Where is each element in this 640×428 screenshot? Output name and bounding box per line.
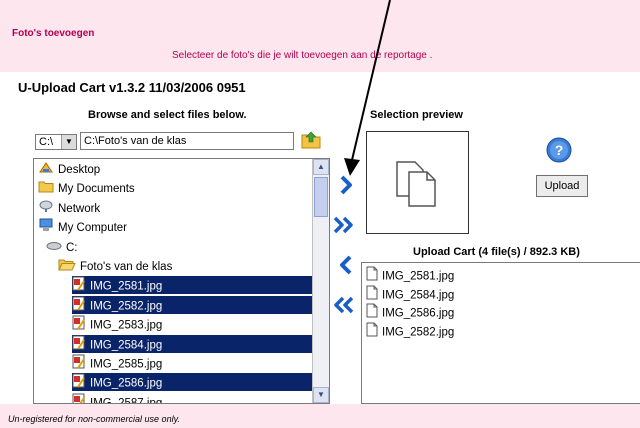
footer-text: Un-registered for non-commercial use onl… <box>8 414 180 424</box>
tree-folder-item[interactable]: Foto's van de klas <box>58 257 172 275</box>
tree-file-item[interactable]: IMG_2583.jpg <box>72 315 162 333</box>
remove-all-arrow-icon[interactable] <box>331 293 355 317</box>
network-icon <box>38 199 54 219</box>
tree-folder-item[interactable]: My Documents <box>38 179 135 197</box>
preview-label: Selection preview <box>370 109 463 121</box>
tree-item-label: IMG_2587.jpg <box>90 397 163 404</box>
cart-file-label: IMG_2584.jpg <box>382 289 455 302</box>
cart-file-label: IMG_2582.jpg <box>382 326 455 339</box>
image-file-icon <box>72 335 86 356</box>
path-input[interactable] <box>80 132 294 150</box>
header-title: Foto's toevoegen <box>12 28 95 39</box>
tree-item-label: IMG_2586.jpg <box>90 377 163 390</box>
folder-icon <box>38 179 54 199</box>
tree-file-item[interactable]: IMG_2584.jpg <box>72 334 312 356</box>
tree-item-label: Network <box>58 202 101 215</box>
drive-icon <box>46 238 62 258</box>
tree-item-label: IMG_2583.jpg <box>90 319 163 332</box>
image-file-icon <box>72 315 86 336</box>
cart-file-label: IMG_2586.jpg <box>382 307 455 320</box>
upload-button[interactable]: Upload <box>536 175 588 197</box>
image-file-icon <box>72 276 86 297</box>
cart-file-label: IMG_2581.jpg <box>382 270 455 283</box>
image-file-icon <box>72 393 86 403</box>
tree-item-label: IMG_2582.jpg <box>90 300 163 313</box>
svg-text:?: ? <box>555 142 564 158</box>
tree-item-label: My Computer <box>58 222 128 235</box>
tree-folder-item[interactable]: Network <box>38 199 100 217</box>
image-file-icon <box>72 296 86 317</box>
cart-file-item[interactable]: IMG_2584.jpg <box>366 285 454 303</box>
tree-item-label: Desktop <box>58 164 101 177</box>
remove-selected-arrow-icon[interactable] <box>334 253 358 277</box>
drive-select[interactable]: C:\ ▼ <box>35 134 77 150</box>
add-selected-arrow-icon[interactable] <box>334 173 358 197</box>
tree-item-label: My Documents <box>58 183 135 196</box>
selection-preview <box>366 131 469 234</box>
add-all-arrow-icon[interactable] <box>332 213 356 237</box>
desktop-icon <box>38 160 54 180</box>
tree-item-label: IMG_2581.jpg <box>90 280 163 293</box>
scroll-up-icon[interactable]: ▲ <box>313 159 329 175</box>
browse-label: Browse and select files below. <box>88 109 247 121</box>
tree-file-item[interactable]: IMG_2587.jpg <box>72 393 163 404</box>
tree-folder-item[interactable]: My Computer <box>38 218 127 236</box>
tree-scrollbar[interactable]: ▲ ▼ <box>312 159 329 403</box>
image-file-icon <box>72 354 86 375</box>
chevron-down-icon[interactable]: ▼ <box>61 135 76 149</box>
image-file-icon <box>72 373 86 394</box>
upload-cart-list[interactable]: IMG_2581.jpg IMG_2584.jpg IMG_2586.jpg IMG_… <box>361 262 640 404</box>
tree-item-label: Foto's van de klas <box>80 261 173 274</box>
open-folder-icon <box>58 257 76 277</box>
computer-icon <box>38 218 54 238</box>
header-bar <box>0 0 640 72</box>
tree-file-item[interactable]: IMG_2585.jpg <box>72 354 162 372</box>
drive-value: C:\ <box>39 136 54 148</box>
scroll-down-icon[interactable]: ▼ <box>313 387 329 403</box>
tree-item-label: C: <box>66 241 78 254</box>
help-icon[interactable]: ? <box>546 137 572 163</box>
folder-up-icon[interactable] <box>300 128 322 150</box>
tree-file-item[interactable]: IMG_2582.jpg <box>72 295 312 317</box>
tree-file-item[interactable]: IMG_2581.jpg <box>72 276 312 297</box>
multiple-files-icon <box>396 161 436 207</box>
upload-cart-label: Upload Cart (4 file(s) / 892.3 KB) <box>413 246 580 258</box>
tree-folder-item[interactable]: Desktop <box>38 160 100 178</box>
cart-file-item[interactable]: IMG_2586.jpg <box>366 303 454 321</box>
cart-file-item[interactable]: IMG_2581.jpg <box>366 266 454 284</box>
tree-item-label: IMG_2585.jpg <box>90 358 163 371</box>
tree-file-item[interactable]: IMG_2586.jpg <box>72 373 312 394</box>
tree-folder-item[interactable]: C: <box>46 238 78 256</box>
cart-file-item[interactable]: IMG_2582.jpg <box>366 322 454 340</box>
file-icon <box>366 322 378 343</box>
app-title: U-Upload Cart v1.3.2 11/03/2006 0951 <box>18 80 246 95</box>
file-tree[interactable]: Desktop My Documents Network My Computer C: F… <box>33 158 330 404</box>
tree-item-label: IMG_2584.jpg <box>90 339 163 352</box>
scroll-thumb[interactable] <box>314 177 328 217</box>
